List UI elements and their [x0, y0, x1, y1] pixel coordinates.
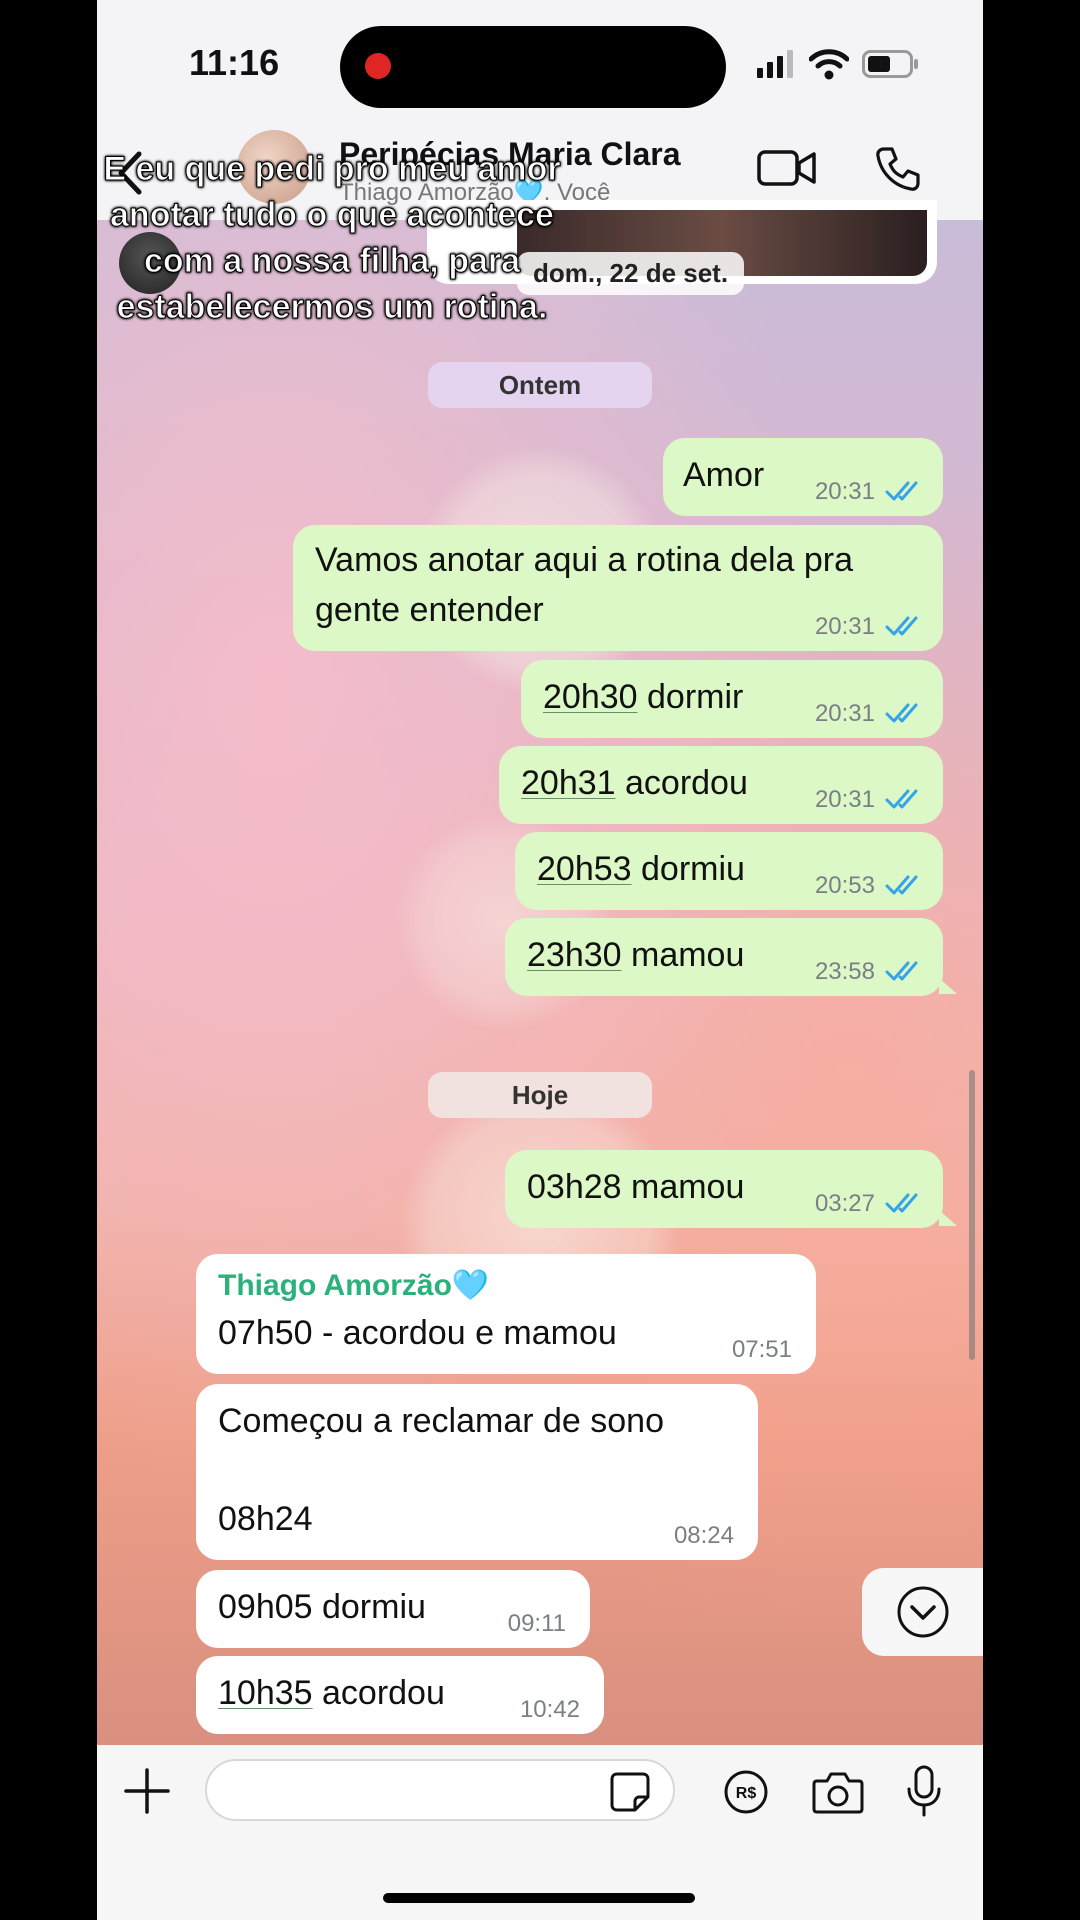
message-time: 10:42 — [519, 1696, 580, 1723]
svg-text:R$: R$ — [736, 1785, 757, 1802]
message-word: acordou — [322, 1674, 445, 1712]
scrollbar[interactable] — [969, 1070, 975, 1360]
read-ticks-icon — [885, 481, 918, 501]
message-outgoing[interactable]: 23h30 mamou 23:58 — [505, 918, 943, 996]
read-ticks-icon — [885, 789, 918, 809]
message-time: 08:24 — [673, 1522, 734, 1549]
message-text: Amor — [683, 456, 765, 494]
time-link[interactable]: 10h35 — [218, 1674, 313, 1712]
sender-name[interactable]: Thiago Amorzão🩵 — [218, 1268, 489, 1303]
message-text: 20h53 dormiu — [537, 844, 745, 894]
message-incoming[interactable]: 10h35 acordou 10:42 — [196, 1656, 604, 1734]
message-outgoing[interactable]: 20h53 dormiu 20:53 — [515, 832, 943, 910]
signal-icon — [757, 50, 793, 78]
message-text: 07h50 - acordou e mamou — [218, 1314, 617, 1352]
message-time: 20:53 — [814, 872, 875, 899]
message-composer: R$ — [97, 1745, 983, 1920]
battery-icon — [862, 50, 918, 78]
message-incoming[interactable]: Thiago Amorzão🩵 07h50 - acordou e mamou … — [196, 1254, 816, 1374]
message-text: 23h30 mamou — [527, 930, 744, 980]
payment-icon[interactable]: R$ — [723, 1769, 769, 1815]
dynamic-island — [340, 26, 726, 108]
date-label-today: Hoje — [428, 1072, 652, 1118]
read-ticks-icon — [885, 703, 918, 723]
read-ticks-icon — [885, 616, 918, 636]
message-time: 23:58 — [814, 958, 875, 985]
phone-screen: 11:16 Peripécias Maria Clara Thiago Amor… — [97, 0, 983, 1920]
message-incoming[interactable]: Começou a reclamar de sono 08h24 08:24 — [196, 1384, 758, 1560]
time-link[interactable]: 20h31 — [521, 764, 616, 802]
phone-icon[interactable] — [875, 146, 921, 192]
video-caption-overlay: E eu que pedi pro meu amor anotar tudo o… — [103, 150, 561, 327]
message-time: 20:31 — [814, 786, 875, 813]
scroll-down-button[interactable] — [862, 1568, 983, 1656]
message-text: 10h35 acordou — [218, 1668, 445, 1718]
home-indicator[interactable] — [383, 1893, 695, 1903]
message-outgoing[interactable]: Amor 20:31 — [663, 438, 943, 516]
read-ticks-icon — [885, 1193, 918, 1213]
message-text: 20h31 acordou — [521, 758, 748, 808]
message-outgoing[interactable]: Vamos anotar aqui a rotina dela pra gent… — [293, 525, 943, 651]
message-time: 20:31 — [814, 700, 875, 727]
date-label-yesterday: Ontem — [428, 362, 652, 408]
message-outgoing[interactable]: 20h30 dormir 20:31 — [521, 660, 943, 738]
message-text: 20h30 dormir — [543, 672, 743, 722]
message-word: dormir — [647, 678, 744, 716]
message-word: acordou — [625, 764, 748, 802]
microphone-icon[interactable] — [905, 1765, 943, 1817]
status-time: 11:16 — [189, 42, 280, 83]
wifi-icon — [809, 49, 849, 80]
bubble-tail — [939, 1210, 957, 1226]
message-input[interactable] — [205, 1759, 675, 1821]
message-word: dormiu — [641, 850, 745, 888]
message-time: 03:27 — [814, 1190, 875, 1217]
message-text: 03h28 mamou — [527, 1168, 745, 1206]
message-text: 09h05 dormiu — [218, 1588, 426, 1626]
message-incoming[interactable]: 09h05 dormiu 09:11 — [196, 1570, 590, 1648]
video-camera-icon[interactable] — [757, 148, 817, 188]
message-time: 20:31 — [814, 613, 875, 640]
bubble-tail — [939, 978, 957, 994]
message-outgoing[interactable]: 20h31 acordou 20:31 — [499, 746, 943, 824]
sticker-icon[interactable] — [609, 1771, 651, 1813]
time-link[interactable]: 20h30 — [543, 678, 638, 716]
status-bar: 11:16 — [97, 0, 983, 120]
message-text-line2: 08h24 — [218, 1500, 313, 1538]
camera-icon[interactable] — [812, 1769, 864, 1815]
message-time: 07:51 — [731, 1336, 792, 1363]
message-time: 09:11 — [507, 1610, 566, 1637]
time-link[interactable]: 23h30 — [527, 936, 622, 974]
message-text-line1: Começou a reclamar de sono — [218, 1402, 665, 1440]
message-text-line2: gente entender — [315, 591, 544, 629]
read-ticks-icon — [885, 875, 918, 895]
plus-icon[interactable] — [123, 1767, 171, 1815]
time-link[interactable]: 20h53 — [537, 850, 632, 888]
message-time: 20:31 — [814, 478, 875, 505]
message-word: mamou — [631, 936, 745, 974]
message-text-line1: Vamos anotar aqui a rotina dela pra — [315, 541, 854, 579]
message-outgoing[interactable]: 03h28 mamou 03:27 — [505, 1150, 943, 1228]
recording-indicator-icon — [365, 53, 391, 79]
chevron-down-circle-icon — [897, 1586, 949, 1638]
read-ticks-icon — [885, 961, 918, 981]
